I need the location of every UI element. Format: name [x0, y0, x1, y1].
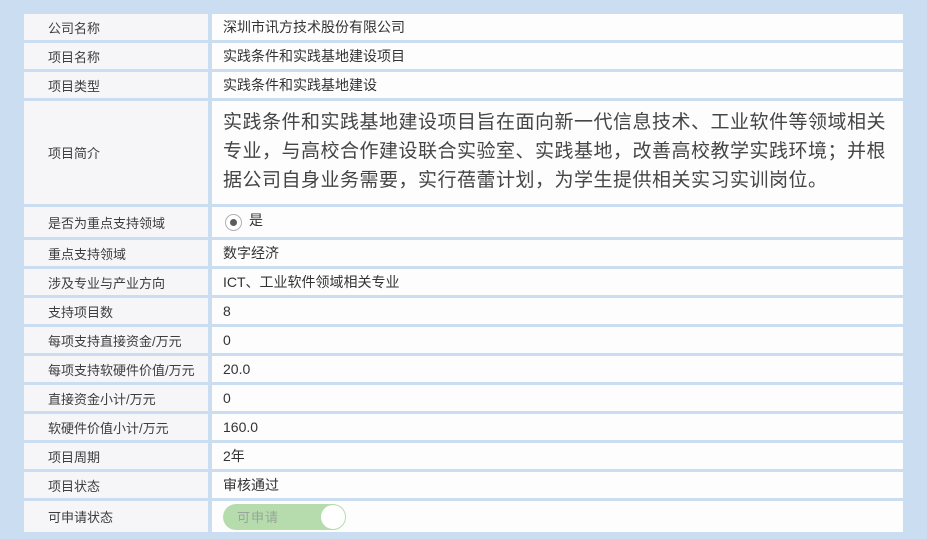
row-value: 0	[223, 332, 231, 348]
table-row: 直接资金小计/万元 0	[24, 385, 903, 411]
row-label: 项目简介	[48, 143, 100, 162]
row-value: 20.0	[223, 361, 250, 377]
row-value-cell: 实践条件和实践基地建设项目	[212, 43, 903, 69]
project-info-table: 公司名称 深圳市讯方技术股份有限公司 项目名称 实践条件和实践基地建设项目 项目…	[24, 14, 903, 532]
row-value-cell: 2年	[212, 443, 903, 469]
row-value: 160.0	[223, 419, 258, 435]
row-label-cell: 是否为重点支持领域	[24, 207, 208, 237]
row-value-cell: 数字经济	[212, 240, 903, 266]
table-row: 项目名称 实践条件和实践基地建设项目	[24, 43, 903, 69]
row-label-cell: 项目状态	[24, 472, 208, 498]
row-label-cell: 项目周期	[24, 443, 208, 469]
row-label-cell: 每项支持直接资金/万元	[24, 327, 208, 353]
row-value-cell: 可申请	[212, 501, 903, 532]
row-label: 项目状态	[48, 476, 100, 495]
row-value: 2年	[223, 446, 245, 466]
row-label: 项目名称	[48, 47, 100, 66]
row-label: 每项支持软硬件价值/万元	[48, 360, 195, 379]
radio-option-yes[interactable]: 是	[225, 212, 263, 232]
row-value: 数字经济	[223, 243, 279, 263]
row-label-cell: 项目简介	[24, 101, 208, 204]
row-label: 支持项目数	[48, 302, 113, 321]
row-value: 8	[223, 303, 231, 319]
row-value-cell: 0	[212, 385, 903, 411]
toggle-label: 可申请	[237, 507, 279, 526]
row-label-cell: 重点支持领域	[24, 240, 208, 266]
row-label-cell: 公司名称	[24, 14, 208, 40]
row-label: 是否为重点支持领域	[48, 213, 165, 232]
row-label-cell: 直接资金小计/万元	[24, 385, 208, 411]
row-value-cell: 0	[212, 327, 903, 353]
toggle-knob[interactable]	[320, 504, 346, 530]
row-label: 软硬件价值小计/万元	[48, 418, 169, 437]
project-description-text: 实践条件和实践基地建设项目旨在面向新一代信息技术、工业软件等领域相关专业，与高校…	[223, 108, 895, 195]
row-value-cell: 8	[212, 298, 903, 324]
row-value-cell: 是	[212, 207, 903, 237]
table-row: 是否为重点支持领域 是	[24, 207, 903, 237]
row-value: 实践条件和实践基地建设	[223, 75, 377, 95]
row-label: 可申请状态	[48, 507, 113, 526]
table-row: 支持项目数 8	[24, 298, 903, 324]
applicable-status-toggle[interactable]: 可申请	[223, 504, 345, 530]
row-label-cell: 项目类型	[24, 72, 208, 98]
table-row: 重点支持领域 数字经济	[24, 240, 903, 266]
row-label-cell: 软硬件价值小计/万元	[24, 414, 208, 440]
row-value: 审核通过	[223, 475, 279, 495]
row-value-cell: 20.0	[212, 356, 903, 382]
row-label: 每项支持直接资金/万元	[48, 331, 182, 350]
table-row: 每项支持直接资金/万元 0	[24, 327, 903, 353]
table-row: 公司名称 深圳市讯方技术股份有限公司	[24, 14, 903, 40]
row-label: 直接资金小计/万元	[48, 389, 156, 408]
row-value-cell: 深圳市讯方技术股份有限公司	[212, 14, 903, 40]
radio-dot-icon	[230, 219, 237, 226]
row-value-cell: 审核通过	[212, 472, 903, 498]
radio-icon[interactable]	[225, 214, 242, 231]
table-row: 项目简介 实践条件和实践基地建设项目旨在面向新一代信息技术、工业软件等领域相关专…	[24, 101, 903, 204]
table-row: 项目周期 2年	[24, 443, 903, 469]
row-value: 实践条件和实践基地建设项目	[223, 46, 405, 66]
radio-option-label: 是	[249, 210, 263, 230]
row-value: ICT、工业软件领域相关专业	[223, 272, 400, 292]
row-value-cell: 160.0	[212, 414, 903, 440]
table-row: 涉及专业与产业方向 ICT、工业软件领域相关专业	[24, 269, 903, 295]
row-label: 涉及专业与产业方向	[48, 273, 165, 292]
row-label: 公司名称	[48, 18, 100, 37]
row-value-cell: 实践条件和实践基地建设	[212, 72, 903, 98]
row-value-cell: 实践条件和实践基地建设项目旨在面向新一代信息技术、工业软件等领域相关专业，与高校…	[212, 101, 903, 204]
row-label: 项目周期	[48, 447, 100, 466]
row-value-cell: ICT、工业软件领域相关专业	[212, 269, 903, 295]
row-label-cell: 涉及专业与产业方向	[24, 269, 208, 295]
row-label: 项目类型	[48, 76, 100, 95]
table-row: 项目类型 实践条件和实践基地建设	[24, 72, 903, 98]
row-label-cell: 可申请状态	[24, 501, 208, 532]
row-value: 深圳市讯方技术股份有限公司	[223, 17, 405, 37]
table-row: 可申请状态 可申请	[24, 501, 903, 532]
row-label: 重点支持领域	[48, 244, 126, 263]
table-row: 每项支持软硬件价值/万元 20.0	[24, 356, 903, 382]
table-row: 软硬件价值小计/万元 160.0	[24, 414, 903, 440]
row-label-cell: 项目名称	[24, 43, 208, 69]
row-value: 0	[223, 390, 231, 406]
table-row: 项目状态 审核通过	[24, 472, 903, 498]
row-label-cell: 每项支持软硬件价值/万元	[24, 356, 208, 382]
row-label-cell: 支持项目数	[24, 298, 208, 324]
